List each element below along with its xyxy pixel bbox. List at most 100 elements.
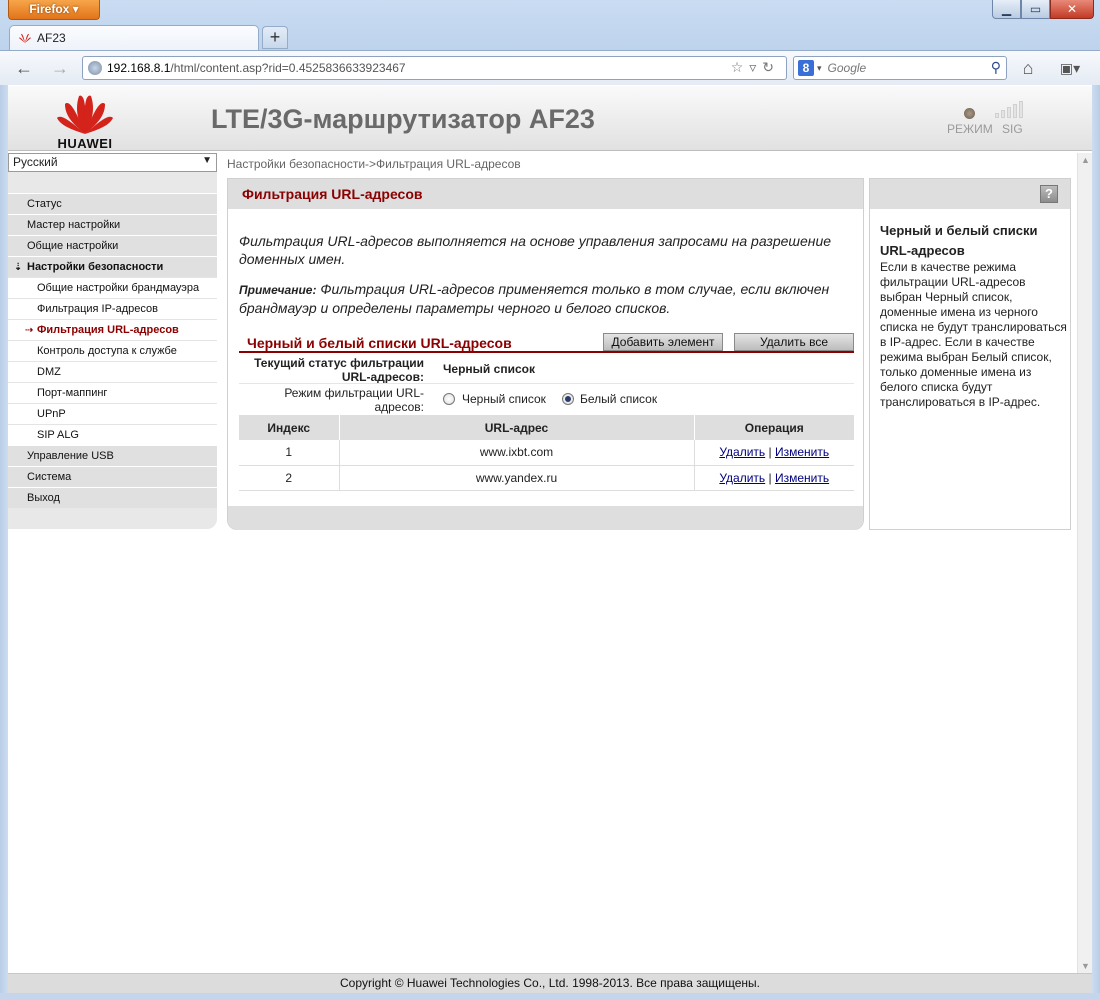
section-note: Примечание: Фильтрация URL-адресов приме… bbox=[239, 280, 854, 317]
add-item-button[interactable]: Добавить элемент bbox=[603, 333, 723, 351]
home-icon[interactable]: ⌂ bbox=[1016, 57, 1040, 79]
sidebar-item-status[interactable]: Статус bbox=[8, 193, 217, 214]
sidebar-item-dmz[interactable]: DMZ bbox=[8, 361, 217, 382]
help-panel: ? Черный и белый списки URL-адресов Если… bbox=[869, 178, 1071, 530]
sidebar-item-label: UPnP bbox=[37, 408, 66, 420]
search-bar[interactable]: 8 ▾ Google ⚲ bbox=[793, 56, 1007, 80]
url-bar[interactable]: 192.168.8.1/html/content.asp?rid=0.45258… bbox=[82, 56, 787, 80]
table-row: 1 www.ixbt.com Удалить | Изменить bbox=[239, 440, 854, 466]
delete-link[interactable]: Удалить bbox=[719, 471, 765, 485]
tab-title: AF23 bbox=[37, 31, 66, 45]
row-operations: Удалить | Изменить bbox=[694, 465, 854, 491]
section-description: Фильтрация URL-адресов выполняется на ос… bbox=[239, 233, 832, 267]
sidebar-item-port-mapping[interactable]: Порт-маппинг bbox=[8, 382, 217, 403]
scroll-up-arrow-icon[interactable]: ▲ bbox=[1081, 155, 1090, 165]
whitelist-radio[interactable] bbox=[562, 393, 574, 405]
sidebar-item-upnp[interactable]: UPnP bbox=[8, 403, 217, 424]
google-icon[interactable]: 8 bbox=[798, 60, 814, 76]
navigation-bar: ← → 192.168.8.1/html/content.asp?rid=0.4… bbox=[0, 50, 1100, 85]
sidebar-item-access-control[interactable]: Контроль доступа к службе bbox=[8, 340, 217, 361]
page-header: HUAWEI LTE/3G-маршрутизатор AF23 РЕЖИМ S… bbox=[8, 86, 1092, 151]
sidebar-item-ip-filter[interactable]: Фильтрация IP-адресов bbox=[8, 298, 217, 319]
sidebar-item-system[interactable]: Система bbox=[8, 466, 217, 487]
note-label: Примечание: bbox=[239, 283, 317, 297]
huawei-flower-icon bbox=[57, 95, 113, 134]
sidebar-item-label: Статус bbox=[27, 198, 62, 210]
row-index: 2 bbox=[239, 465, 340, 491]
language-select[interactable]: Русский ▼ bbox=[8, 153, 217, 172]
expanded-arrow-icon: ⇣ bbox=[14, 262, 23, 273]
section-title: Фильтрация URL-адресов bbox=[242, 186, 423, 202]
globe-icon bbox=[88, 61, 102, 75]
sidebar-menu: Статус Мастер настройки Общие настройки … bbox=[8, 172, 217, 529]
sidebar-item-sip-alg[interactable]: SIP ALG bbox=[8, 424, 217, 445]
maximize-button[interactable]: ▭ bbox=[1021, 0, 1050, 19]
sidebar-item-label: DMZ bbox=[37, 366, 61, 378]
browser-chrome: Firefox ▾ ▁ ▭ ✕ AF23 + ← → 192.168.8.1/h… bbox=[0, 0, 1100, 85]
breadcrumb: Настройки безопасности->Фильтрация URL-а… bbox=[227, 157, 521, 171]
search-icon[interactable]: ⚲ bbox=[991, 59, 1001, 76]
minimize-button[interactable]: ▁ bbox=[992, 0, 1021, 19]
edit-link[interactable]: Изменить bbox=[775, 445, 829, 459]
forward-arrow-icon[interactable]: → bbox=[48, 57, 72, 79]
signal-bars-icon bbox=[995, 101, 1023, 118]
chevron-down-icon[interactable]: ▾ bbox=[817, 63, 822, 74]
sidebar-item-label: Общие настройки bbox=[27, 240, 119, 252]
title-divider bbox=[239, 351, 854, 353]
note-text: Фильтрация URL-адресов применяется тольк… bbox=[239, 281, 830, 316]
search-placeholder: Google bbox=[827, 61, 867, 75]
sidebar-item-url-filter[interactable]: ⇢ Фильтрация URL-адресов bbox=[8, 319, 217, 340]
sidebar-item-general-settings[interactable]: Общие настройки bbox=[8, 235, 217, 256]
row-index: 1 bbox=[239, 440, 340, 466]
sidebar-item-logout[interactable]: Выход bbox=[8, 487, 217, 508]
row-divider bbox=[239, 383, 854, 384]
language-value: Русский bbox=[13, 155, 58, 169]
edit-link[interactable]: Изменить bbox=[775, 471, 829, 485]
sidebar-item-label: Фильтрация URL-адресов bbox=[37, 324, 179, 336]
blacklist-radio-label[interactable]: Черный список bbox=[462, 392, 546, 406]
sidebar-item-label: Порт-маппинг bbox=[37, 387, 108, 399]
sidebar-item-wizard[interactable]: Мастер настройки bbox=[8, 214, 217, 235]
list-title: Черный и белый списки URL-адресов bbox=[247, 335, 512, 351]
bookmark-star-icon[interactable]: ☆▿↻ bbox=[731, 59, 780, 76]
sidebar-item-label: Общие настройки брандмауэра bbox=[37, 282, 200, 294]
url-host: 192.168.8.1 bbox=[107, 61, 171, 75]
window-frame-left bbox=[0, 85, 8, 1000]
chevron-down-icon[interactable]: ▼ bbox=[202, 155, 212, 166]
sidebar-item-firewall[interactable]: Общие настройки брандмауэра bbox=[8, 277, 217, 298]
browser-tab[interactable]: AF23 bbox=[9, 25, 259, 50]
url-path: /html/content.asp?rid=0.4525836633923467 bbox=[170, 61, 406, 75]
bookmarks-menu-icon[interactable]: ▣▾ bbox=[1054, 57, 1086, 79]
vertical-scrollbar[interactable]: ▲ ▼ bbox=[1077, 153, 1092, 973]
table-header-row: Индекс URL-адрес Операция bbox=[239, 415, 854, 440]
sidebar-item-security[interactable]: ⇣ Настройки безопасности bbox=[8, 256, 217, 277]
window-frame-right bbox=[1092, 85, 1100, 1000]
table-row: 2 www.yandex.ru Удалить | Изменить bbox=[239, 465, 854, 491]
scroll-down-arrow-icon[interactable]: ▼ bbox=[1081, 961, 1090, 971]
column-header-url: URL-адрес bbox=[339, 415, 695, 440]
close-window-button[interactable]: ✕ bbox=[1050, 0, 1094, 19]
sidebar-item-label: Система bbox=[27, 471, 72, 483]
sidebar-item-usb[interactable]: Управление USB bbox=[8, 445, 217, 466]
filter-mode-label: Режим фильтрации URL-адресов: bbox=[284, 386, 424, 414]
new-tab-button[interactable]: + bbox=[262, 26, 288, 49]
logo-text: HUAWEI bbox=[57, 136, 113, 151]
page-title: LTE/3G-маршрутизатор AF23 bbox=[211, 104, 595, 134]
delete-all-button[interactable]: Удалить все bbox=[734, 333, 854, 351]
whitelist-radio-label[interactable]: Белый список bbox=[580, 392, 657, 406]
sidebar-item-label: Контроль доступа к службе bbox=[37, 345, 177, 357]
help-titlebar: ? bbox=[870, 179, 1070, 209]
delete-link[interactable]: Удалить bbox=[719, 445, 765, 459]
huawei-logo: HUAWEI bbox=[55, 90, 115, 151]
help-icon[interactable]: ? bbox=[1040, 185, 1058, 203]
column-header-operation: Операция bbox=[694, 415, 854, 440]
main-footer-bar bbox=[228, 506, 863, 530]
help-title: Черный и белый списки URL-адресов bbox=[880, 223, 1038, 258]
row-url: www.yandex.ru bbox=[339, 465, 695, 491]
blacklist-radio[interactable] bbox=[443, 393, 455, 405]
firefox-menu-button[interactable]: Firefox ▾ bbox=[8, 0, 100, 20]
sidebar-item-label: Фильтрация IP-адресов bbox=[37, 303, 158, 315]
back-arrow-icon[interactable]: ← bbox=[12, 57, 36, 79]
sidebar-item-label: Настройки безопасности bbox=[27, 261, 164, 273]
row-url: www.ixbt.com bbox=[339, 440, 695, 466]
